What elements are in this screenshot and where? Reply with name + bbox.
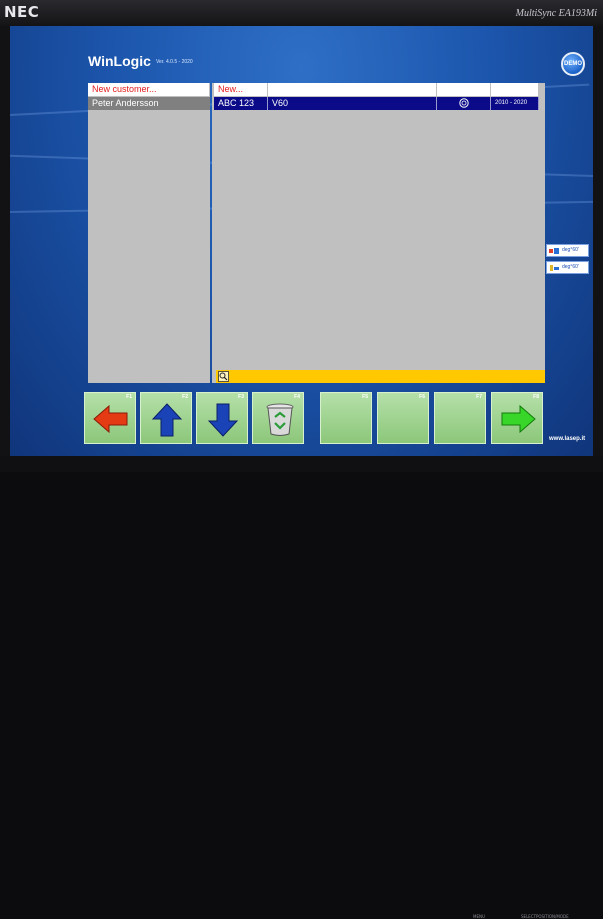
tire-icon [459,98,469,108]
website-link[interactable]: www.lasep.it [549,436,585,442]
f1-back-button[interactable]: F1 [84,392,136,444]
vehicle-header-cell [268,83,437,96]
side-indicator-value: deg°60' [562,247,579,253]
fkey-label: F4 [294,394,300,400]
f7-button[interactable]: F7 [434,392,486,444]
f3-down-button[interactable]: F3 [196,392,248,444]
vehicle-list-panel: New... ABC 123 V60 2010 - 2020 [212,83,545,383]
search-status-bar[interactable] [216,370,545,383]
fkey-label: F1 [126,394,132,400]
new-customer-item[interactable]: New customer... [88,83,210,96]
monitor-brand: NEC [4,3,40,21]
customer-list-panel: New customer... Peter Andersson [88,83,210,383]
monitor-bezel-right [593,26,603,456]
f8-next-button[interactable]: F8 [491,392,543,444]
arrow-up-icon [151,403,183,437]
fkey-label: F5 [362,394,368,400]
vehicle-model: V60 [268,97,437,110]
f2-up-button[interactable]: F2 [140,392,192,444]
search-icon[interactable] [218,371,229,382]
side-indicator-front[interactable]: deg°60' [546,244,589,257]
fkey-label: F6 [419,394,425,400]
monitor-control-menu[interactable]: MENU [473,914,485,919]
fkey-label: F8 [533,394,539,400]
f6-button[interactable]: F6 [377,392,429,444]
fkey-label: F7 [476,394,482,400]
f4-delete-button[interactable]: F4 [252,392,304,444]
app-screen: WinLogic Ver. 4.0.5 - 2020 DEMO New cust… [10,26,593,456]
monitor-bezel-left [0,26,10,456]
f5-button[interactable]: F5 [320,392,372,444]
arrow-right-icon [501,404,536,434]
demo-badge[interactable]: DEMO [561,52,585,76]
side-indicator-rear[interactable]: deg°60' [546,261,589,274]
app-version: Ver. 4.0.5 - 2020 [156,59,193,65]
monitor-bezel-bottom: MENU SELECT POSITION/MODE [0,456,603,919]
vehicle-plate: ABC 123 [214,97,268,110]
vehicle-years: 2010 - 2020 [491,97,539,110]
fkey-label: F3 [238,394,244,400]
monitor-bezel-top: NEC MultiSync EA193Mi [0,0,603,26]
monitor-control-select[interactable]: SELECT [521,914,536,919]
vehicle-front-icon [549,248,559,254]
new-vehicle-item[interactable]: New... [214,83,268,96]
monitor-control-position[interactable]: POSITION/MODE [536,914,569,919]
fkey-label: F2 [182,394,188,400]
vehicle-icon-cell [437,97,491,110]
vehicle-rear-icon [550,265,559,271]
vehicle-header-cell [491,83,539,96]
customer-item[interactable]: Peter Andersson [88,97,210,110]
vehicle-header-cell [437,83,491,96]
monitor-model: MultiSync EA193Mi [515,8,597,19]
side-indicator-value: deg°60' [562,264,579,270]
recycle-bin-icon [266,403,294,436]
arrow-left-icon [93,404,128,434]
arrow-down-icon [207,403,239,437]
app-title: WinLogic [88,53,151,69]
